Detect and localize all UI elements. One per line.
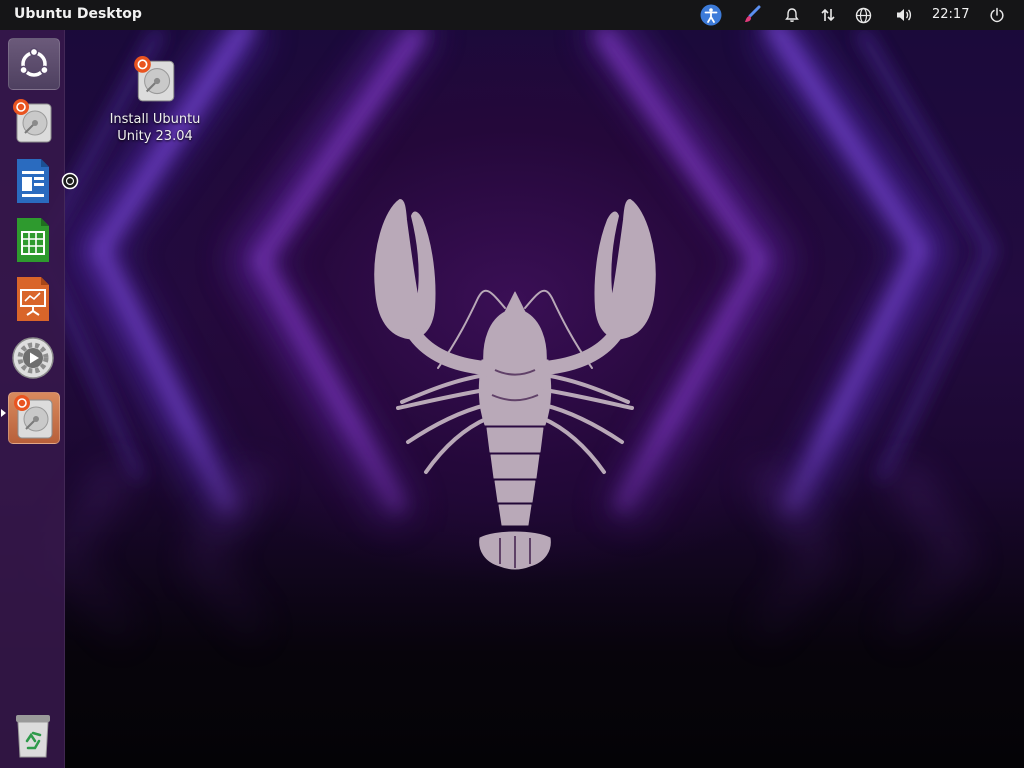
impress-icon: [17, 277, 49, 321]
launcher: [0, 30, 65, 768]
desktop-icon-label: Install Ubuntu Unity 23.04: [109, 112, 201, 144]
launcher-item-install-ubuntu-running[interactable]: [8, 392, 60, 444]
theme-indicator[interactable]: [740, 0, 764, 30]
clock[interactable]: 22:17: [932, 7, 969, 22]
launcher-item-trash[interactable]: [8, 710, 58, 760]
top-panel: Ubuntu Desktop 22:17: [0, 0, 1024, 30]
session-indicator[interactable]: [986, 0, 1008, 30]
writer-icon: [17, 159, 49, 203]
globe-icon: [855, 7, 871, 23]
volume-icon: [897, 9, 912, 21]
accessibility-icon: [700, 4, 722, 26]
language-indicator[interactable]: [852, 0, 874, 30]
dash-home-button[interactable]: [8, 38, 60, 90]
launcher-item-libreoffice-impress[interactable]: [8, 274, 58, 324]
notifications-indicator[interactable]: [781, 0, 803, 30]
installer-disk-icon: [14, 395, 53, 439]
installer-disk-icon: [13, 99, 52, 143]
power-icon: [990, 7, 1004, 23]
bell-icon: [785, 8, 799, 22]
calc-icon: [17, 218, 49, 262]
launcher-item-install-ubuntu[interactable]: [8, 97, 58, 147]
window-title: Ubuntu Desktop: [14, 6, 142, 22]
network-icon: [821, 8, 835, 22]
running-indicator-arrow: [1, 409, 6, 417]
network-indicator[interactable]: [817, 0, 839, 30]
ubuntu-logo-icon: [19, 47, 49, 77]
lobster-mascot-icon: [374, 199, 656, 570]
trash-icon: [16, 715, 50, 758]
launcher-item-libreoffice-writer[interactable]: [8, 156, 58, 206]
installer-disk-icon: [134, 56, 175, 102]
launcher-item-settings[interactable]: [8, 333, 58, 383]
volume-indicator[interactable]: [893, 0, 915, 30]
launcher-item-libreoffice-calc[interactable]: [8, 215, 58, 265]
gear-play-icon: [12, 337, 54, 379]
paintbrush-icon: [745, 5, 761, 22]
accessibility-indicator[interactable]: [699, 0, 723, 30]
busy-cursor-icon: [61, 172, 79, 190]
desktop-icon-install-ubuntu[interactable]: Install Ubuntu Unity 23.04: [100, 55, 210, 145]
